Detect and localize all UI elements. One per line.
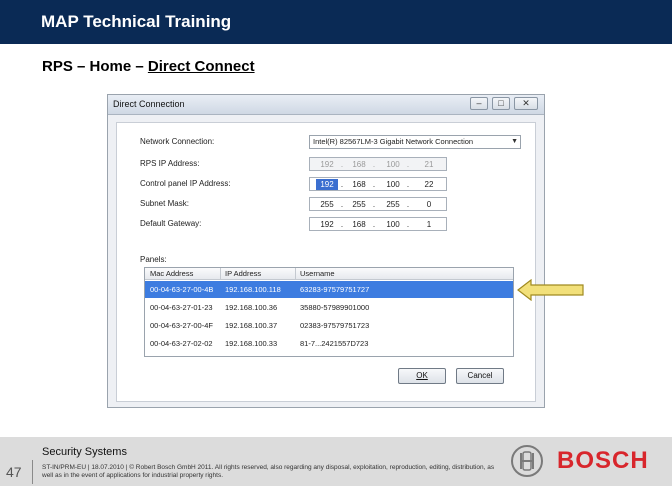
ip-octet: 168: [352, 220, 366, 229]
table-row[interactable]: 00-04-63-27-00-4B 192.168.100.118 63283-…: [145, 281, 513, 298]
table-row[interactable]: 00-04-63-27-00-4F 192.168.100.37 02383-9…: [145, 317, 513, 334]
ip-dot: .: [372, 220, 376, 229]
ip-dot: .: [406, 220, 410, 229]
control-panel-ip-field[interactable]: 192 . 168 . 100 . 22: [309, 177, 447, 191]
network-connection-select[interactable]: Intel(R) 82567LM-3 Gigabit Network Conne…: [309, 135, 521, 149]
ip-octet: 100: [386, 220, 400, 229]
ip-octet: 21: [424, 160, 434, 169]
cell-mac: 00-04-63-27-01-23: [150, 303, 213, 312]
ip-dot: .: [340, 160, 344, 169]
cancel-button[interactable]: Cancel: [456, 368, 504, 384]
close-icon[interactable]: ✕: [514, 97, 538, 110]
footer-bar: 47 Security Systems ST-IN/PRM-EU | 18.07…: [0, 437, 672, 486]
footer-legal: ST-IN/PRM-EU | 18.07.2010 | © Robert Bos…: [42, 464, 495, 479]
ip-dot: .: [340, 180, 344, 189]
ip-dot: .: [372, 200, 376, 209]
ip-dot: .: [372, 160, 376, 169]
control-panel-ip-label: Control panel IP Address:: [140, 179, 231, 188]
cell-ip: 192.168.100.118: [225, 285, 281, 294]
panels-label: Panels:: [140, 255, 167, 264]
ip-dot: .: [372, 180, 376, 189]
ip-octet: 100: [386, 160, 400, 169]
cell-username: 81-7...2421557D723: [300, 339, 369, 348]
divider: [32, 460, 33, 484]
page-number: 47: [6, 464, 22, 480]
ip-dot: .: [406, 180, 410, 189]
breadcrumb-direct-connect: Direct Connect: [147, 58, 255, 75]
ip-dot: .: [406, 160, 410, 169]
cell-username: 35880-57989901000: [300, 303, 370, 312]
dropdown-arrow-icon: ▼: [511, 138, 518, 145]
column-divider: [220, 268, 221, 280]
footer-brand: Security Systems: [42, 446, 127, 458]
header-bar: MAP Technical Training: [0, 0, 672, 44]
breadcrumb: RPS – Home – Direct Connect: [42, 58, 255, 75]
ip-octet: 255: [320, 200, 334, 209]
dialog-titlebar[interactable]: Direct Connection – □ ✕: [108, 95, 544, 115]
cell-mac: 00-04-63-27-00-4B: [150, 285, 214, 294]
column-header-ip[interactable]: IP Address: [225, 269, 261, 278]
ip-octet: 1: [426, 220, 432, 229]
network-connection-value: Intel(R) 82567LM-3 Gigabit Network Conne…: [313, 137, 474, 146]
network-connection-label: Network Connection:: [140, 137, 215, 146]
callout-arrow-icon: [517, 279, 584, 301]
direct-connection-dialog: Direct Connection – □ ✕ Network Connecti…: [107, 94, 545, 408]
cell-username: 63283-97579751727: [300, 285, 370, 294]
column-header-mac[interactable]: Mac Address: [150, 269, 193, 278]
ip-octet: 255: [386, 200, 400, 209]
ip-octet: 100: [386, 180, 400, 189]
bosch-logo: BOSCH: [557, 447, 649, 474]
default-gateway-field[interactable]: 192 . 168 . 100 . 1: [309, 217, 447, 231]
cell-mac: 00-04-63-27-02-02: [150, 339, 213, 348]
ip-dot: .: [340, 220, 344, 229]
rps-ip-field: 192 . 168 . 100 . 21: [309, 157, 447, 171]
column-header-username[interactable]: Username: [300, 269, 335, 278]
maximize-icon[interactable]: □: [492, 97, 510, 110]
ip-octet: 255: [352, 200, 366, 209]
cell-username: 02383-97579751723: [300, 321, 370, 330]
table-row[interactable]: 00-04-63-27-01-23 192.168.100.36 35880-5…: [145, 299, 513, 316]
column-divider: [295, 268, 296, 280]
ok-button[interactable]: OK: [398, 368, 446, 384]
ip-dot: .: [406, 200, 410, 209]
ip-dot: .: [340, 200, 344, 209]
rps-ip-label: RPS IP Address:: [140, 159, 200, 168]
dialog-title: Direct Connection: [113, 99, 185, 109]
table-row[interactable]: 00-04-63-27-02-02 192.168.100.33 81-7...…: [145, 335, 513, 352]
ip-octet: 168: [352, 160, 366, 169]
ip-octet: 0: [426, 200, 432, 209]
cell-ip: 192.168.100.37: [225, 321, 278, 330]
ip-octet: 192: [320, 160, 334, 169]
ip-octet: 192: [320, 220, 334, 229]
subnet-mask-label: Subnet Mask:: [140, 199, 189, 208]
default-gateway-label: Default Gateway:: [140, 219, 202, 228]
panels-table: Mac Address IP Address Username 00-04-63…: [144, 267, 514, 357]
cell-mac: 00-04-63-27-00-4F: [150, 321, 213, 330]
subnet-mask-field[interactable]: 255 . 255 . 255 . 0: [309, 197, 447, 211]
cell-ip: 192.168.100.36: [225, 303, 278, 312]
dialog-client-area: Network Connection: Intel(R) 82567LM-3 G…: [116, 122, 536, 402]
page-title: MAP Technical Training: [41, 12, 232, 31]
table-header: Mac Address IP Address Username: [145, 268, 513, 280]
bosch-armature-icon: [511, 445, 543, 477]
minimize-icon[interactable]: –: [470, 97, 488, 110]
ip-octet: 22: [424, 180, 434, 189]
ip-octet: 192: [316, 179, 338, 190]
cancel-button-label: Cancel: [467, 371, 493, 380]
cell-ip: 192.168.100.33: [225, 339, 278, 348]
ok-button-label: OK: [416, 371, 428, 380]
breadcrumb-prefix: RPS – Home –: [42, 58, 148, 75]
ip-octet: 168: [352, 180, 366, 189]
